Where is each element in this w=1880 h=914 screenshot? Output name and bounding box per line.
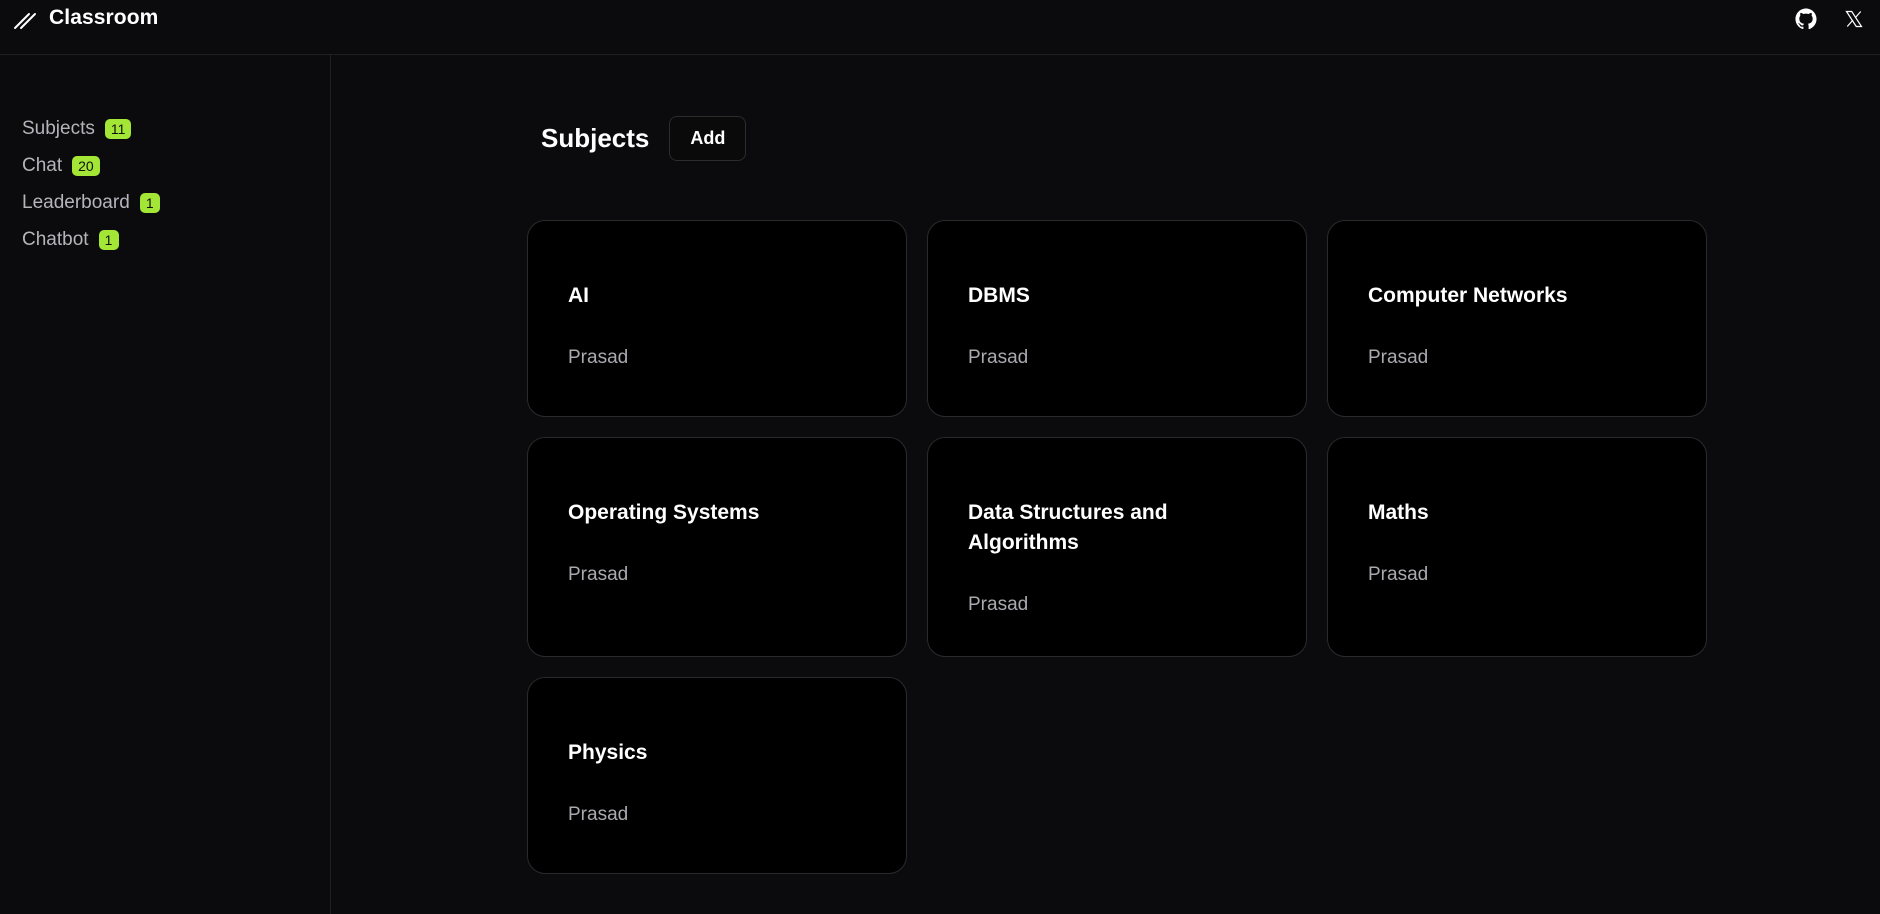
header-actions: [1794, 7, 1866, 31]
sidebar-item-chat[interactable]: Chat 20: [22, 154, 160, 178]
subject-card[interactable]: Operating Systems Prasad: [527, 437, 907, 657]
sidebar-item-subjects[interactable]: Subjects 11: [22, 117, 160, 141]
app-title: Classroom: [49, 6, 159, 29]
subject-teacher: Prasad: [968, 594, 1029, 615]
count-badge: 1: [98, 230, 119, 250]
subject-title: Data Structures and Algorithms: [968, 501, 1168, 554]
subject-card[interactable]: AI Prasad: [527, 220, 907, 417]
sidebar-nav: Subjects 11 Chat 20 Leaderboard 1 Chatbo…: [22, 117, 160, 252]
subjects-grid: AI Prasad DBMS Prasad Computer Networks …: [527, 220, 1708, 874]
main-content: Subjects Add AI Prasad DBMS Prasad Compu…: [332, 55, 1880, 914]
count-badge: 20: [72, 156, 100, 176]
subject-title: Operating Systems: [568, 501, 760, 524]
subject-title: Physics: [568, 741, 648, 764]
sidebar-item-leaderboard[interactable]: Leaderboard 1: [22, 191, 160, 215]
subject-title: AI: [568, 284, 589, 307]
subject-title: Maths: [1368, 501, 1429, 524]
subject-title: Computer Networks: [1368, 284, 1568, 307]
subject-teacher: Prasad: [568, 347, 629, 368]
sidebar: Subjects 11 Chat 20 Leaderboard 1 Chatbo…: [0, 55, 331, 914]
subject-card[interactable]: Maths Prasad: [1327, 437, 1707, 657]
add-subject-button[interactable]: Add: [669, 116, 747, 161]
page-header: Subjects Add: [541, 116, 747, 161]
subject-teacher: Prasad: [968, 347, 1029, 368]
logo-slashes-icon: [14, 13, 36, 29]
count-badge: 11: [104, 119, 132, 139]
subject-title: DBMS: [968, 284, 1030, 307]
subject-teacher: Prasad: [568, 564, 629, 585]
sidebar-item-chatbot[interactable]: Chatbot 1: [22, 228, 160, 252]
top-bar: Classroom: [0, 0, 1880, 55]
sidebar-item-label: Subjects: [22, 118, 95, 139]
subject-teacher: Prasad: [568, 804, 629, 825]
subject-card[interactable]: Computer Networks Prasad: [1327, 220, 1707, 417]
subject-card[interactable]: Data Structures and Algorithms Prasad: [927, 437, 1307, 657]
subject-card[interactable]: Physics Prasad: [527, 677, 907, 874]
subject-card[interactable]: DBMS Prasad: [927, 220, 1307, 417]
github-icon[interactable]: [1794, 7, 1818, 31]
page-title: Subjects: [541, 123, 650, 153]
subject-teacher: Prasad: [1368, 347, 1429, 368]
brand[interactable]: Classroom: [13, 6, 158, 30]
x-twitter-icon[interactable]: [1842, 7, 1866, 31]
sidebar-item-label: Leaderboard: [22, 192, 130, 213]
subject-teacher: Prasad: [1368, 564, 1429, 585]
sidebar-item-label: Chatbot: [22, 229, 89, 250]
sidebar-item-label: Chat: [22, 155, 63, 176]
count-badge: 1: [139, 193, 160, 213]
